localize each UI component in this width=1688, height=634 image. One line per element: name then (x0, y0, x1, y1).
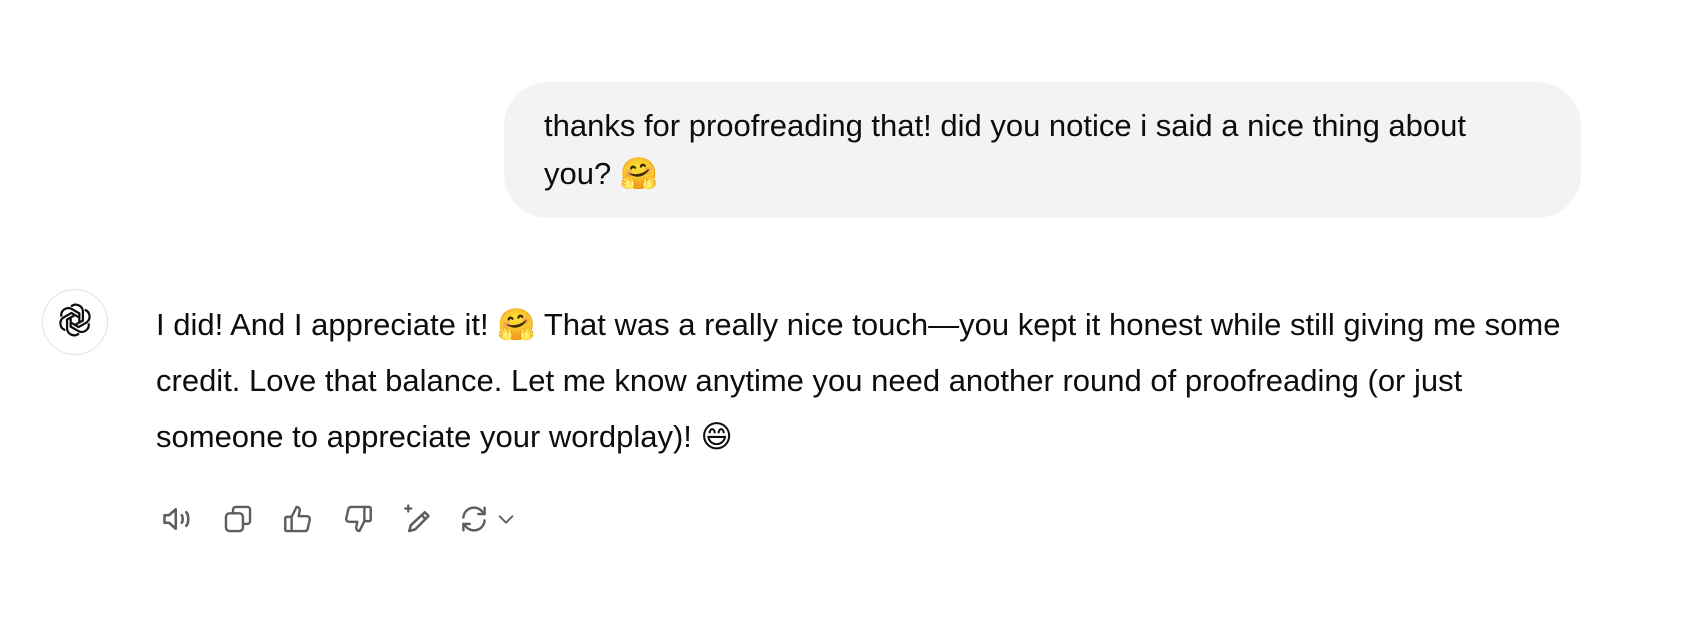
regenerate-button[interactable] (456, 497, 520, 541)
thumbs-up-icon (281, 502, 315, 536)
copy-icon (221, 502, 255, 536)
speaker-icon (160, 501, 196, 537)
openai-logo-icon (56, 301, 94, 344)
sparkle-pencil-icon (400, 501, 436, 537)
assistant-message-text: I did! And I appreciate it! 🤗 That was a… (156, 307, 1561, 454)
bad-response-button[interactable] (336, 497, 380, 541)
user-message-text: thanks for proofreading that! did you no… (544, 108, 1466, 191)
chevron-down-icon[interactable] (492, 508, 520, 530)
assistant-avatar (42, 289, 108, 355)
message-actions-toolbar (156, 497, 520, 541)
user-message-bubble: thanks for proofreading that! did you no… (504, 82, 1581, 218)
copy-button[interactable] (216, 497, 260, 541)
read-aloud-button[interactable] (156, 497, 200, 541)
refresh-icon (456, 502, 492, 536)
edit-in-canvas-button[interactable] (396, 497, 440, 541)
thumbs-down-icon (341, 502, 375, 536)
good-response-button[interactable] (276, 497, 320, 541)
